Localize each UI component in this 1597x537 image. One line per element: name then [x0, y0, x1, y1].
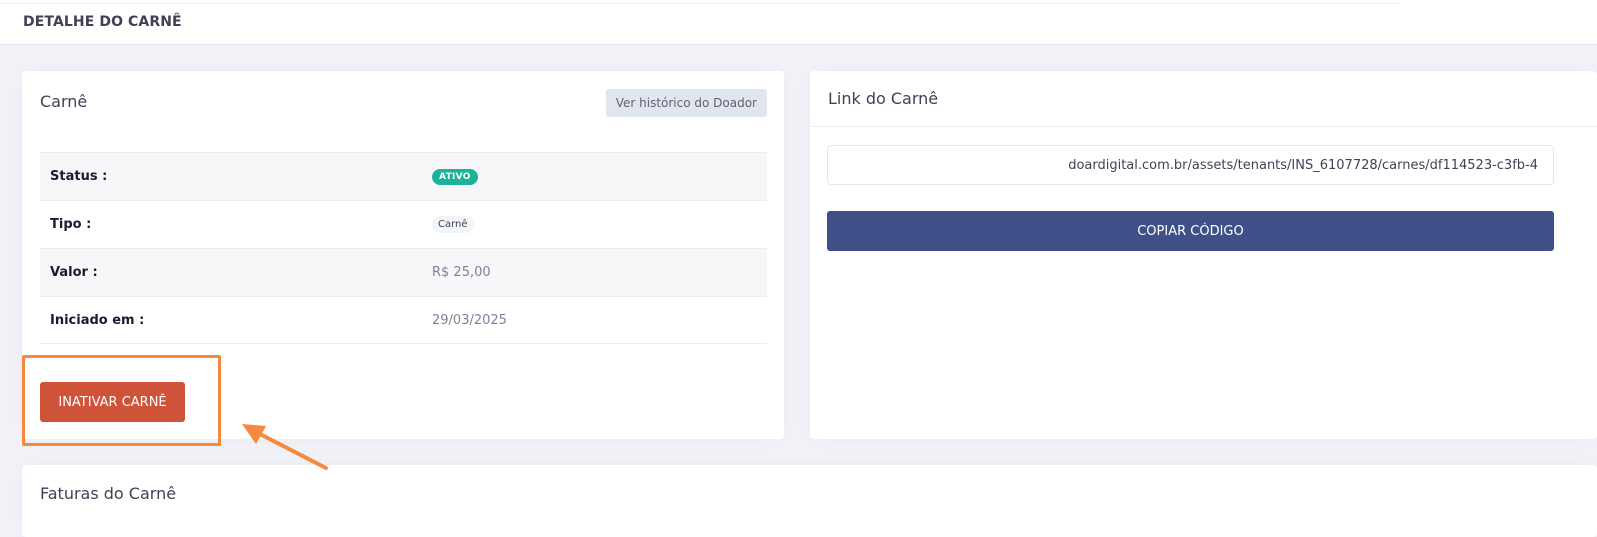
link-card-divider — [810, 126, 1597, 127]
donor-history-button[interactable]: Ver histórico do Doador — [605, 89, 767, 117]
tipo-value: Carnê — [432, 216, 474, 233]
status-label: Status : — [50, 169, 108, 184]
link-card: Link do Carnê COPIAR CÓDIGO — [810, 71, 1597, 439]
top-bar-edge — [0, 0, 1400, 4]
top-bar: DETALHE DO CARNÊ — [0, 0, 1597, 45]
link-card-title: Link do Carnê — [828, 89, 939, 108]
iniciado-label: Iniciado em : — [50, 312, 145, 328]
tipo-badge: Carnê — [432, 216, 474, 233]
carne-card: Carnê Ver histórico do Doador Status : A… — [22, 71, 784, 439]
iniciado-value: 29/03/2025 — [432, 312, 507, 328]
valor-value: R$ 25,00 — [432, 265, 491, 280]
carne-link-input[interactable] — [827, 145, 1554, 185]
arrow-annotation-icon — [242, 424, 328, 470]
valor-label: Valor : — [50, 265, 98, 280]
table-row-tipo: Tipo : Carnê — [40, 200, 767, 248]
carne-info-table: Status : ATIVO Tipo : Carnê Valor : R$ 2… — [40, 152, 767, 344]
page-title: DETALHE DO CARNÊ — [23, 14, 182, 30]
table-row-valor: Valor : R$ 25,00 — [40, 248, 767, 296]
inactivate-carne-button[interactable]: INATIVAR CARNÊ — [40, 382, 185, 422]
carne-card-title: Carnê — [40, 92, 88, 111]
tipo-label: Tipo : — [50, 217, 92, 232]
table-row-status: Status : ATIVO — [40, 152, 767, 200]
faturas-card-title: Faturas do Carnê — [40, 484, 177, 503]
copy-code-button[interactable]: COPIAR CÓDIGO — [827, 211, 1554, 251]
status-value: ATIVO — [432, 168, 478, 185]
status-badge: ATIVO — [432, 169, 478, 185]
table-row-iniciado: Iniciado em : 29/03/2025 — [40, 296, 767, 344]
